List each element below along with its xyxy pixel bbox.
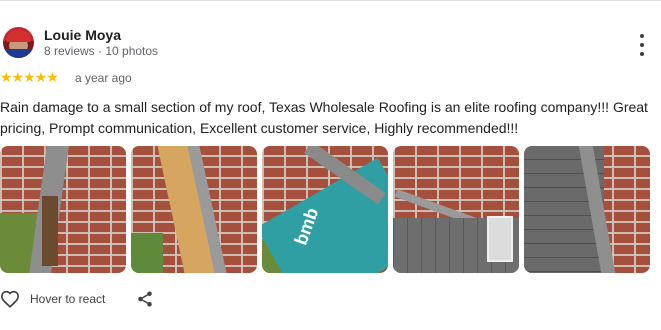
review-actions: Hover to react bbox=[0, 290, 105, 308]
review-photo-3[interactable]: bmb bbox=[262, 146, 388, 273]
react-label[interactable]: Hover to react bbox=[30, 292, 105, 306]
heart-icon[interactable] bbox=[0, 290, 20, 308]
avatar-cap bbox=[6, 30, 31, 42]
debris-shape bbox=[42, 196, 58, 266]
kebab-dot bbox=[640, 43, 644, 47]
top-divider bbox=[0, 0, 661, 1]
avatar[interactable] bbox=[3, 27, 34, 58]
review-photo-2[interactable] bbox=[131, 146, 257, 273]
reviewer-meta: 8 reviews · 10 photos bbox=[44, 44, 159, 58]
underlayment-shape bbox=[262, 157, 388, 273]
review-time: a year ago bbox=[75, 71, 132, 85]
grass-shape bbox=[131, 233, 163, 273]
review-photo-4[interactable] bbox=[393, 146, 519, 273]
avatar-shirt bbox=[3, 49, 34, 58]
share-icon[interactable] bbox=[136, 289, 154, 309]
review-photo-1[interactable] bbox=[0, 146, 126, 273]
kebab-dot bbox=[640, 52, 644, 56]
rating-stars: ★★★★★ bbox=[0, 69, 59, 85]
reviewer-name[interactable]: Louie Moya bbox=[44, 27, 121, 43]
photo-strip: bmb bbox=[0, 146, 650, 273]
review-photo-5[interactable] bbox=[524, 146, 650, 273]
window-shape bbox=[487, 216, 513, 262]
kebab-dot bbox=[640, 34, 644, 38]
more-vert-icon[interactable] bbox=[636, 34, 648, 56]
review-text: Rain damage to a small section of my roo… bbox=[0, 99, 648, 136]
